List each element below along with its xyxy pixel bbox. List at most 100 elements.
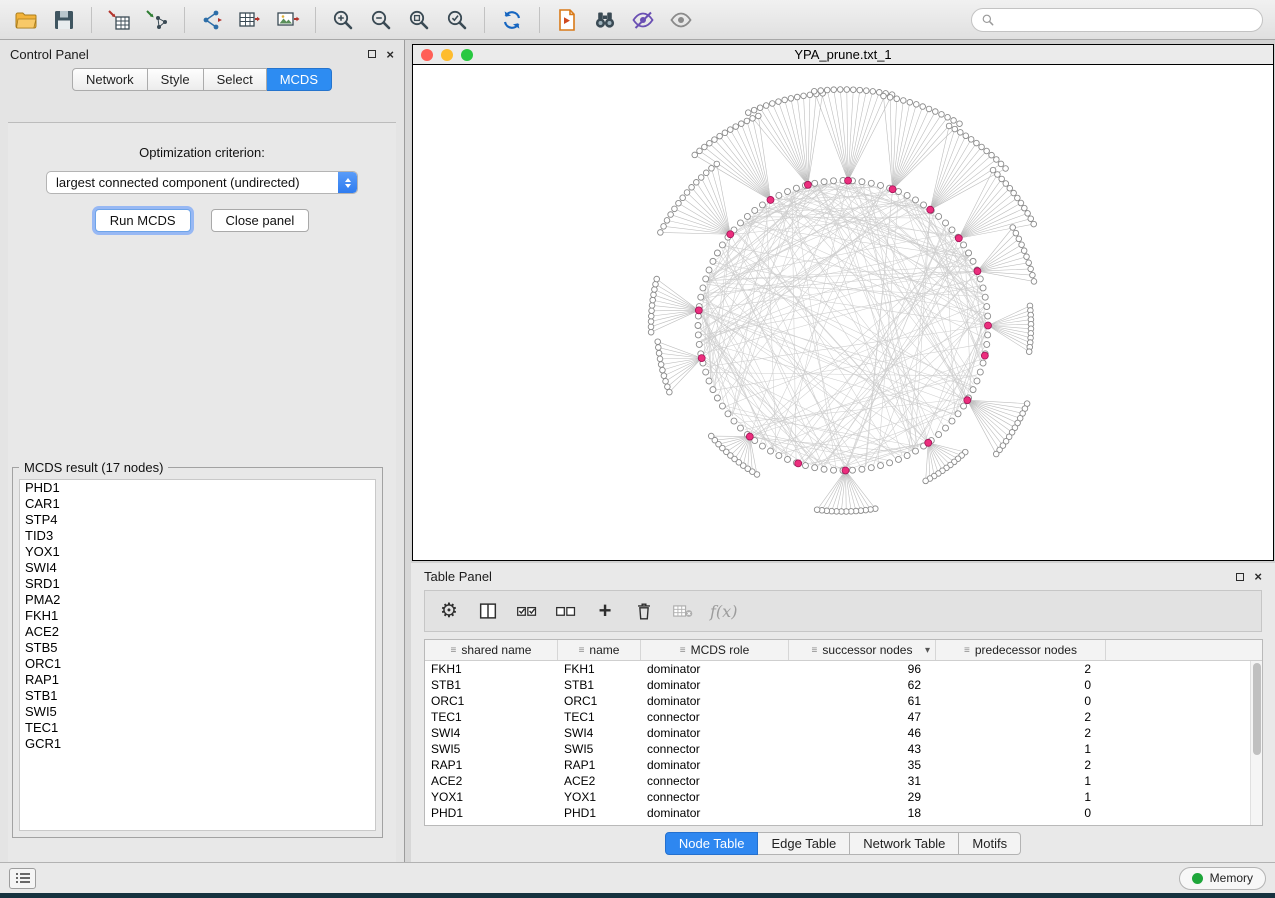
table-cell[interactable]: SWI4 — [425, 725, 558, 741]
dominator-node[interactable] — [698, 355, 705, 362]
table-cell[interactable]: dominator — [641, 757, 789, 773]
table-cell[interactable]: SWI5 — [558, 741, 641, 757]
dominator-node[interactable] — [927, 206, 934, 213]
result-node[interactable]: ACE2 — [20, 624, 375, 640]
table-cell[interactable]: 18 — [789, 805, 936, 821]
table-cell[interactable]: STB1 — [425, 677, 558, 693]
table-row[interactable]: STB1STB1dominator620 — [425, 677, 1262, 693]
export-network-icon[interactable] — [196, 6, 228, 34]
table-cell[interactable]: 0 — [936, 693, 1106, 709]
table-cell[interactable]: RAP1 — [425, 757, 558, 773]
result-node[interactable]: STB1 — [20, 688, 375, 704]
zoom-out-icon[interactable] — [365, 6, 397, 34]
column-header-successor-nodes[interactable]: ≡successor nodes▾ — [789, 640, 936, 660]
add-column-icon[interactable]: + — [593, 600, 617, 622]
dominator-node[interactable] — [981, 352, 988, 359]
table-cell[interactable]: PHD1 — [558, 805, 641, 821]
float-table-panel-icon[interactable] — [1236, 573, 1244, 581]
result-node[interactable]: PMA2 — [20, 592, 375, 608]
table-cell[interactable]: 2 — [936, 709, 1106, 725]
table-cell[interactable]: dominator — [641, 677, 789, 693]
run-mcds-button[interactable]: Run MCDS — [95, 209, 191, 232]
result-node[interactable]: PHD1 — [20, 480, 375, 496]
table-cell[interactable]: 43 — [789, 741, 936, 757]
dominator-node[interactable] — [746, 433, 753, 440]
result-node[interactable]: STP4 — [20, 512, 375, 528]
result-node[interactable]: YOX1 — [20, 544, 375, 560]
close-window-icon[interactable] — [421, 49, 433, 61]
memory-button[interactable]: Memory — [1179, 867, 1266, 890]
result-node[interactable]: SWI4 — [20, 560, 375, 576]
table-cell[interactable]: TEC1 — [558, 709, 641, 725]
table-cell[interactable]: 2 — [936, 725, 1106, 741]
dominator-node[interactable] — [955, 235, 962, 242]
result-node[interactable]: TID3 — [20, 528, 375, 544]
table-cell[interactable]: 46 — [789, 725, 936, 741]
tab-motifs[interactable]: Motifs — [959, 832, 1021, 855]
export-table-icon[interactable] — [234, 6, 266, 34]
table-cell[interactable]: dominator — [641, 805, 789, 821]
tab-style[interactable]: Style — [148, 68, 204, 91]
table-cell[interactable]: connector — [641, 773, 789, 789]
dominator-node[interactable] — [804, 181, 811, 188]
table-cell[interactable]: 47 — [789, 709, 936, 725]
result-node[interactable]: CAR1 — [20, 496, 375, 512]
binoculars-icon[interactable] — [589, 6, 621, 34]
table-cell[interactable]: SWI4 — [558, 725, 641, 741]
table-row[interactable]: RAP1RAP1dominator352 — [425, 757, 1262, 773]
network-canvas[interactable] — [413, 65, 1273, 560]
tab-select[interactable]: Select — [204, 68, 267, 91]
deselect-all-rows-icon[interactable] — [554, 600, 578, 622]
table-settings-icon[interactable]: ⚙ — [437, 601, 461, 621]
table-cell[interactable]: ACE2 — [425, 773, 558, 789]
table-cell[interactable]: connector — [641, 789, 789, 805]
network-graph[interactable] — [413, 65, 1273, 560]
zoom-in-icon[interactable] — [327, 6, 359, 34]
table-cell[interactable]: dominator — [641, 693, 789, 709]
search-box[interactable] — [971, 8, 1263, 32]
dominator-node[interactable] — [727, 231, 734, 238]
dominator-node[interactable] — [695, 307, 702, 314]
dominator-node[interactable] — [964, 397, 971, 404]
table-cell[interactable]: 0 — [936, 677, 1106, 693]
search-input[interactable] — [1001, 13, 1253, 27]
result-node[interactable]: RAP1 — [20, 672, 375, 688]
table-cell[interactable]: 31 — [789, 773, 936, 789]
import-table-icon[interactable] — [103, 6, 135, 34]
task-history-icon[interactable] — [9, 868, 36, 889]
table-cell[interactable]: 2 — [936, 661, 1106, 677]
zoom-selected-icon[interactable] — [441, 6, 473, 34]
table-scrollbar[interactable] — [1250, 661, 1262, 825]
table-row[interactable]: PHD1PHD1dominator180 — [425, 805, 1262, 821]
table-cell[interactable]: SWI5 — [425, 741, 558, 757]
table-row[interactable]: YOX1YOX1connector291 — [425, 789, 1262, 805]
close-panel-button[interactable]: Close panel — [211, 209, 310, 232]
table-row[interactable]: ACE2ACE2connector311 — [425, 773, 1262, 789]
minimize-window-icon[interactable] — [441, 49, 453, 61]
table-row[interactable]: FKH1FKH1dominator962 — [425, 661, 1262, 677]
result-node[interactable]: TEC1 — [20, 720, 375, 736]
result-node[interactable]: STB5 — [20, 640, 375, 656]
export-document-icon[interactable] — [551, 6, 583, 34]
dominator-node[interactable] — [767, 196, 774, 203]
table-cell[interactable]: 0 — [936, 805, 1106, 821]
save-session-icon[interactable] — [48, 6, 80, 34]
table-scrollbar-thumb[interactable] — [1253, 663, 1261, 755]
table-cell[interactable]: 61 — [789, 693, 936, 709]
column-header-predecessor-nodes[interactable]: ≡predecessor nodes — [936, 640, 1106, 660]
table-cell[interactable]: ORC1 — [558, 693, 641, 709]
table-row[interactable]: SWI4SWI4dominator462 — [425, 725, 1262, 741]
close-panel-icon[interactable]: × — [386, 48, 394, 61]
select-all-rows-icon[interactable] — [515, 600, 539, 622]
table-cell[interactable]: dominator — [641, 661, 789, 677]
float-panel-icon[interactable] — [368, 50, 376, 58]
dominator-node[interactable] — [974, 268, 981, 275]
select-columns-icon[interactable] — [476, 600, 500, 622]
table-cell[interactable]: 29 — [789, 789, 936, 805]
tab-network[interactable]: Network — [72, 68, 148, 91]
dominator-node[interactable] — [845, 177, 852, 184]
show-hide-panel-icon[interactable] — [665, 6, 697, 34]
tab-edge-table[interactable]: Edge Table — [758, 832, 850, 855]
table-row[interactable]: TEC1TEC1connector472 — [425, 709, 1262, 725]
open-file-icon[interactable] — [10, 6, 42, 34]
